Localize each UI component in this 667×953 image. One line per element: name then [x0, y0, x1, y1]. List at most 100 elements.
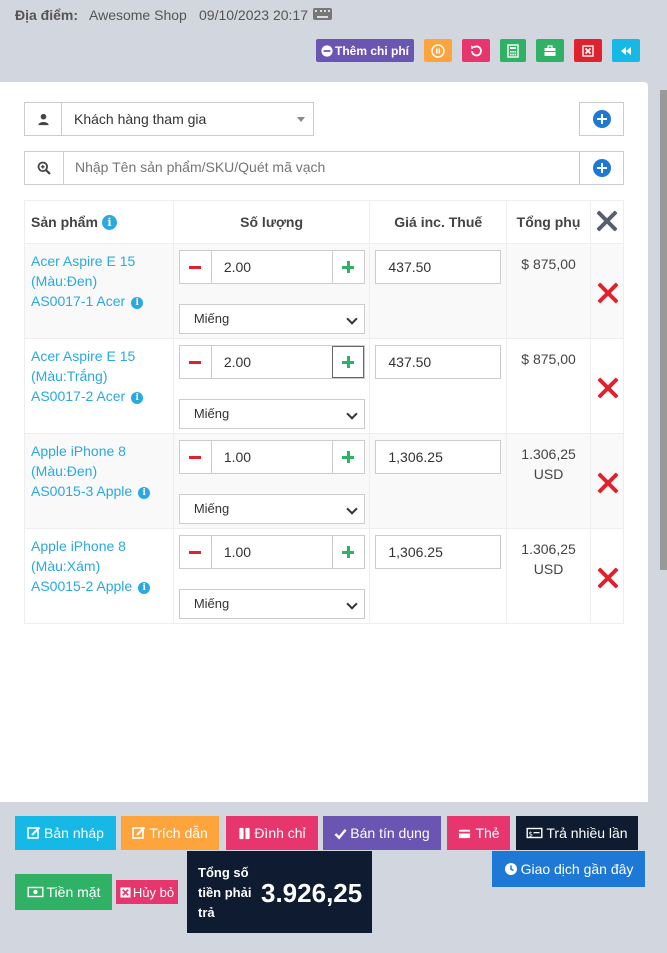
add-product-button[interactable]	[579, 152, 623, 184]
keyboard-icon[interactable]	[313, 8, 332, 20]
add-expense-button[interactable]: Thêm chi phí	[316, 39, 414, 62]
user-icon	[37, 113, 49, 125]
close-window-button[interactable]	[574, 39, 602, 62]
decrease-quantity-button[interactable]	[180, 441, 212, 473]
price-input[interactable]: 437.50	[375, 250, 502, 284]
unit-select[interactable]: Miếng	[178, 304, 365, 334]
quantity-stepper: 2.00	[178, 250, 365, 284]
column-header-product-label: Sản phẩm	[31, 214, 98, 230]
back-button[interactable]	[612, 39, 640, 62]
check-icon	[334, 828, 347, 839]
quantity-cell: 1.00 Miếng	[172, 528, 371, 624]
undo-button[interactable]	[462, 39, 490, 62]
multi-pay-button[interactable]: $ Trả nhiều lần	[516, 816, 638, 850]
draft-button[interactable]: Bản nháp	[15, 816, 116, 850]
increase-quantity-button[interactable]	[331, 441, 364, 473]
calculator-button[interactable]	[500, 39, 526, 62]
plus-circle-icon	[592, 110, 611, 128]
price-input[interactable]: 437.50	[375, 345, 502, 379]
add-customer-button[interactable]	[579, 102, 624, 136]
close-icon	[582, 44, 594, 57]
credit-sale-button[interactable]: Bán tín dụng	[323, 816, 441, 850]
plus-icon	[341, 356, 354, 368]
quantity-stepper: 2.00	[178, 345, 365, 379]
remove-cell	[589, 243, 625, 339]
column-header-subtotal: Tổng phụ	[506, 200, 591, 244]
decrease-quantity-button[interactable]	[180, 251, 212, 283]
customer-select[interactable]: Khách hàng tham gia	[24, 102, 314, 136]
remove-row-icon[interactable]	[597, 567, 619, 589]
remove-row-icon[interactable]	[597, 377, 619, 399]
subtotal-currency: USD	[533, 466, 564, 482]
briefcase-button[interactable]	[536, 39, 564, 62]
cancel-button[interactable]: Hủy bỏ	[116, 880, 178, 904]
product-search-input[interactable]	[75, 159, 555, 175]
price-input[interactable]: 1,306.25	[375, 440, 502, 474]
decrease-quantity-button[interactable]	[180, 346, 212, 378]
unit-select[interactable]: Miếng	[178, 494, 365, 524]
quantity-input[interactable]: 1.00	[224, 544, 251, 560]
increase-quantity-button[interactable]	[331, 536, 364, 568]
scrollbar[interactable]	[660, 90, 667, 570]
info-icon[interactable]: i	[138, 582, 151, 594]
clear-all-column-header	[589, 200, 625, 244]
product-cell: Apple iPhone 8 (Màu:Xám) AS0015-2 Apple i	[24, 528, 174, 624]
price-cell: 437.50	[369, 243, 508, 339]
quote-label: Trích dẫn	[149, 825, 208, 841]
calculator-icon	[507, 43, 519, 58]
info-icon[interactable]: i	[138, 487, 151, 499]
suspend-button[interactable]: Đình chỉ	[226, 816, 318, 850]
minus-icon	[189, 550, 202, 554]
increase-quantity-button[interactable]	[331, 346, 364, 378]
edit-icon	[132, 826, 146, 839]
multi-pay-label: Trả nhiều lần	[546, 825, 628, 841]
pause-icon	[239, 827, 250, 839]
product-name[interactable]: Acer Aspire E 15 (Màu:Đen) AS0017-1 Acer…	[25, 244, 173, 311]
zoom-search-icon	[37, 161, 51, 175]
plus-icon	[342, 451, 355, 463]
product-name[interactable]: Acer Aspire E 15 (Màu:Trắng) AS0017-2 Ac…	[25, 339, 173, 406]
cash-button[interactable]: Tiền mặt	[15, 874, 112, 910]
remove-row-icon[interactable]	[597, 472, 619, 494]
total-payable-value: 3.926,25	[261, 878, 363, 908]
recent-transactions-button[interactable]: Giao dịch gần đây	[492, 851, 645, 887]
unit-select[interactable]: Miếng	[178, 399, 365, 429]
product-name[interactable]: Apple iPhone 8 (Màu:Đen) AS0015-3 Apple i	[25, 434, 173, 501]
info-icon[interactable]: i	[131, 392, 144, 404]
subtotal-cell: 1.306,25 USD	[506, 528, 591, 624]
pause-button[interactable]	[424, 39, 452, 62]
close-icon	[120, 886, 131, 898]
recent-transactions-label: Giao dịch gần đây	[520, 861, 634, 877]
info-icon[interactable]: i	[101, 215, 117, 230]
price-cell: 1,306.25	[369, 528, 508, 624]
column-header-price: Giá inc. Thuế	[369, 200, 508, 244]
product-sku: AS0015-3 Apple	[31, 483, 133, 499]
quantity-input[interactable]: 2.00	[224, 354, 251, 370]
product-name[interactable]: Apple iPhone 8 (Màu:Xám) AS0015-2 Apple i	[25, 529, 173, 596]
remove-row-icon[interactable]	[597, 282, 619, 304]
quantity-input[interactable]: 2.00	[224, 259, 251, 275]
quantity-cell: 2.00 Miếng	[172, 243, 371, 339]
briefcase-icon	[544, 44, 556, 56]
product-variant: (Màu:Đen)	[31, 273, 98, 289]
info-icon[interactable]: i	[131, 297, 144, 309]
remove-cell	[589, 338, 625, 434]
product-line: Acer Aspire E 15	[31, 253, 136, 269]
quote-button[interactable]: Trích dẫn	[121, 816, 219, 850]
subtotal-cell: 1.306,25 USD	[506, 433, 591, 529]
increase-quantity-button[interactable]	[331, 251, 364, 283]
table-header-row: Sản phẩm i Số lượng Giá inc. Thuế Tổng ph…	[24, 200, 625, 244]
clear-all-icon[interactable]	[596, 210, 618, 232]
price-input[interactable]: 1,306.25	[375, 535, 502, 569]
product-sku: AS0015-2 Apple	[31, 578, 133, 594]
card-button[interactable]: Thẻ	[447, 816, 510, 850]
subtotal-value: $ 875,00	[521, 256, 576, 272]
product-sku: AS0017-1 Acer	[31, 293, 126, 309]
product-cell: Apple iPhone 8 (Màu:Đen) AS0015-3 Apple i	[24, 433, 174, 529]
unit-select[interactable]: Miếng	[178, 589, 365, 619]
decrease-quantity-button[interactable]	[180, 536, 212, 568]
quantity-input[interactable]: 1.00	[224, 449, 251, 465]
price-cell: 1,306.25	[369, 433, 508, 529]
card-label: Thẻ	[475, 825, 500, 841]
svg-text:$: $	[529, 831, 533, 839]
